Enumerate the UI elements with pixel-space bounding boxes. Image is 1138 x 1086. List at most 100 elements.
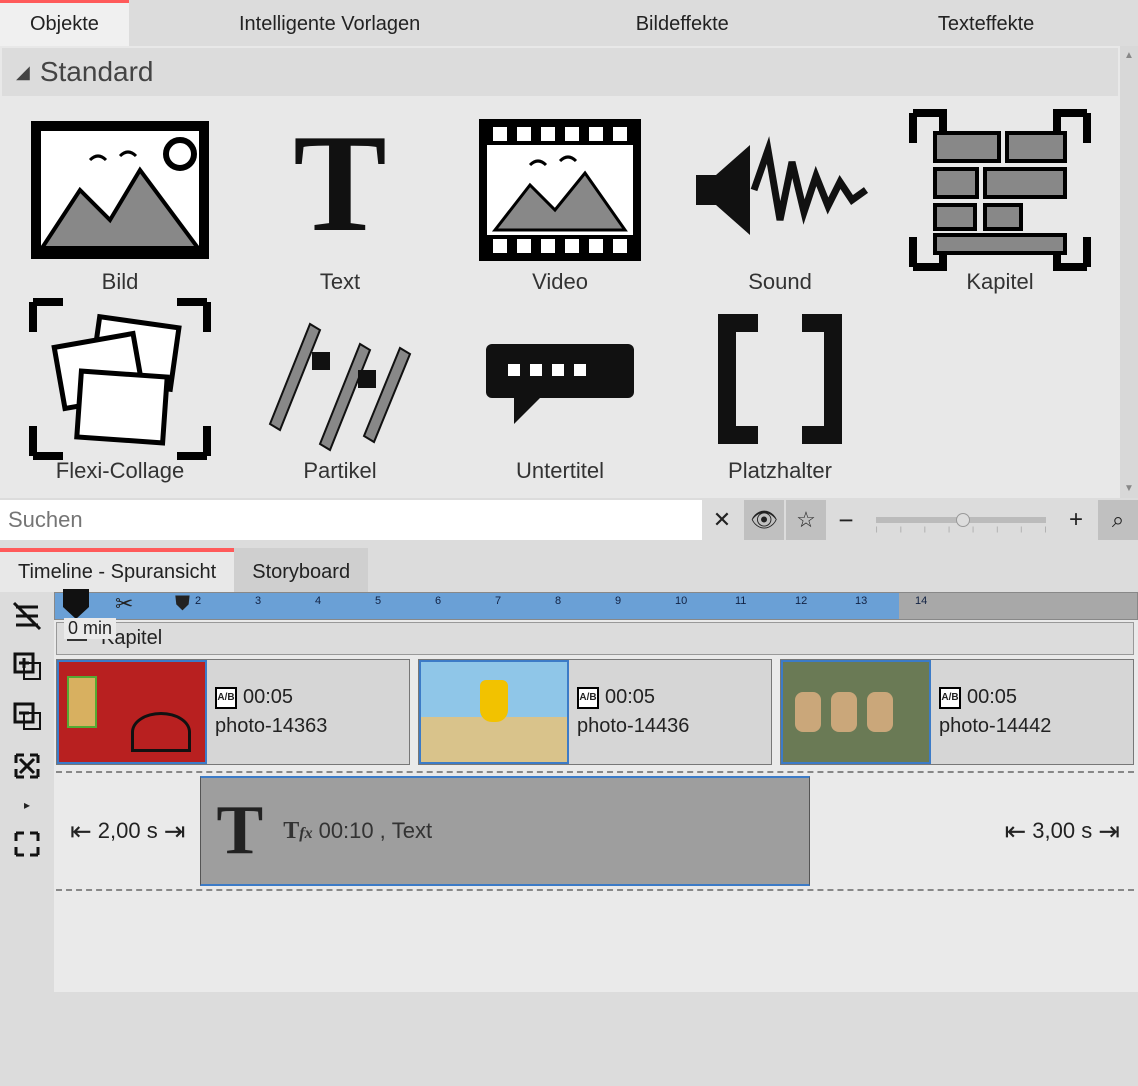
preview-toggle-button[interactable]: 👁 [744,500,784,540]
ruler-tick: 10 [675,595,687,607]
playhead-icon[interactable] [59,587,93,621]
fit-width-button[interactable] [9,748,45,784]
timeline-area: ▸ ✂ ⛊ 2 3 4 5 6 7 8 9 10 11 12 13 14 0 m… [0,592,1138,992]
text-effect-icon: Tfx [283,818,312,845]
clip-filename: photo-14436 [577,715,763,738]
group-header-standard[interactable]: ◢ Standard [2,48,1118,96]
placeholder-icon [685,301,875,456]
collapse-triangle-icon: ◢ [16,62,30,83]
object-particle-label: Partikel [303,458,376,484]
flexi-collage-icon [25,301,215,456]
object-flexi-collage[interactable]: Flexi-Collage [14,301,226,484]
tab-text-effects[interactable]: Texteffekte [834,0,1138,46]
scroll-up-icon: ▲ [1124,50,1134,61]
ruler-tick: 3 [255,595,261,607]
object-placeholder-label: Platzhalter [728,458,832,484]
pad-left-value: 2,00 s [98,818,158,844]
tab-templates[interactable]: Intelligente Vorlagen [129,0,530,46]
object-video[interactable]: Video [454,112,666,295]
group-title: Standard [40,56,154,88]
chapter-icon [905,112,1095,267]
star-icon: ☆ [796,507,816,533]
timeline-ruler[interactable]: ✂ ⛊ 2 3 4 5 6 7 8 9 10 11 12 13 14 [54,592,1138,620]
ruler-tick: 12 [795,595,807,607]
search-input[interactable] [0,500,702,540]
ruler-tick: 5 [375,595,381,607]
magnifier-reset-icon: ⌕ [1112,507,1124,533]
ruler-tick: 11 [735,595,746,607]
transition-badge-icon: A/B [215,687,237,709]
ruler-tick: 7 [495,595,501,607]
object-sound-label: Sound [748,269,812,295]
image-icon [25,112,215,267]
clip-2[interactable]: A/B00:05 photo-14436 [418,659,772,765]
clip-1[interactable]: A/B 00:05 photo-14363 [56,659,410,765]
text-track-pad-right[interactable]: ⇤3,00 s⇥ [990,816,1134,847]
tracks-settings-button[interactable] [9,598,45,634]
plus-icon: + [1069,506,1083,534]
object-particle[interactable]: Partikel [234,301,446,484]
object-chapter[interactable]: Kapitel [894,112,1106,295]
scroll-down-icon: ▼ [1124,483,1134,494]
eye-icon: 👁 [750,507,778,533]
ruler-tick: 2 [195,595,201,607]
clip-thumbnail [57,660,207,764]
text-clip-duration: 00:10 [319,818,374,844]
search-toolbar: ✕ 👁 ☆ − |||||||| + ⌕ [0,498,1138,542]
object-subtitle[interactable]: Untertitel [454,301,666,484]
zoom-in-button[interactable]: + [1056,500,1096,540]
add-track-button[interactable] [9,648,45,684]
clip-filename: photo-14442 [939,715,1125,738]
tab-objects[interactable]: Objekte [0,0,129,46]
fit-all-button[interactable] [9,826,45,862]
tab-timeline[interactable]: Timeline - Spuransicht [0,548,234,592]
object-chapter-label: Kapitel [966,269,1033,295]
chapter-track-header[interactable]: Kapitel [56,622,1134,655]
clip-thumbnail [419,660,569,764]
ruler-tick: 6 [435,595,441,607]
zoom-reset-button[interactable]: ⌕ [1098,500,1138,540]
sound-icon [685,112,875,267]
remove-track-button[interactable] [9,698,45,734]
text-track-pad-left[interactable]: ⇤2,00 s⇥ [56,816,200,847]
ruler-tick: 13 [855,595,867,607]
object-sound[interactable]: Sound [674,112,886,295]
toolbox-tabs: Objekte Intelligente Vorlagen Bildeffekt… [0,0,1138,46]
toolbox-panel: ◢ Standard Bild T Text Video Sound [0,46,1120,498]
ruler-tick: 4 [315,595,321,607]
cut-button[interactable]: ✂ [115,591,133,617]
particle-icon [245,301,435,456]
clip-thumbnail [781,660,931,764]
object-placeholder[interactable]: Platzhalter [674,301,886,484]
ruler-tick: 14 [915,595,927,607]
object-image-label: Bild [102,269,139,295]
clip-3[interactable]: A/B00:05 photo-14442 [780,659,1134,765]
toolbox-scrollbar[interactable]: ▲ ▼ [1120,46,1138,498]
favorites-button[interactable]: ☆ [786,500,826,540]
text-clip[interactable]: T Tfx 00:10, Text [200,776,810,886]
object-flexi-label: Flexi-Collage [56,458,184,484]
marker-button[interactable]: ⛊ [175,593,190,616]
clear-search-button[interactable]: ✕ [702,500,742,540]
object-subtitle-label: Untertitel [516,458,604,484]
clip-duration: 00:05 [243,686,293,709]
object-text[interactable]: T Text [234,112,446,295]
zoom-slider-knob[interactable] [956,513,970,527]
pad-right-value: 3,00 s [1032,818,1092,844]
tab-image-effects[interactable]: Bildeffekte [530,0,834,46]
ruler-tick: 8 [555,595,561,607]
object-text-label: Text [320,269,360,295]
clip-duration: 00:05 [967,686,1017,709]
object-image[interactable]: Bild [14,112,226,295]
clip-duration: 00:05 [605,686,655,709]
clip-filename: photo-14363 [215,715,401,738]
text-clip-label: Text [392,818,432,844]
zoom-slider[interactable]: |||||||| [876,517,1046,523]
zoom-out-button[interactable]: − [826,500,866,540]
tab-storyboard[interactable]: Storyboard [234,548,368,592]
ruler-start-label: 0 min [64,618,116,639]
view-tabs: Timeline - Spuransicht Storyboard [0,548,1138,592]
close-icon: ✕ [713,507,731,533]
text-icon: T [245,112,435,267]
minus-icon: − [838,505,853,536]
